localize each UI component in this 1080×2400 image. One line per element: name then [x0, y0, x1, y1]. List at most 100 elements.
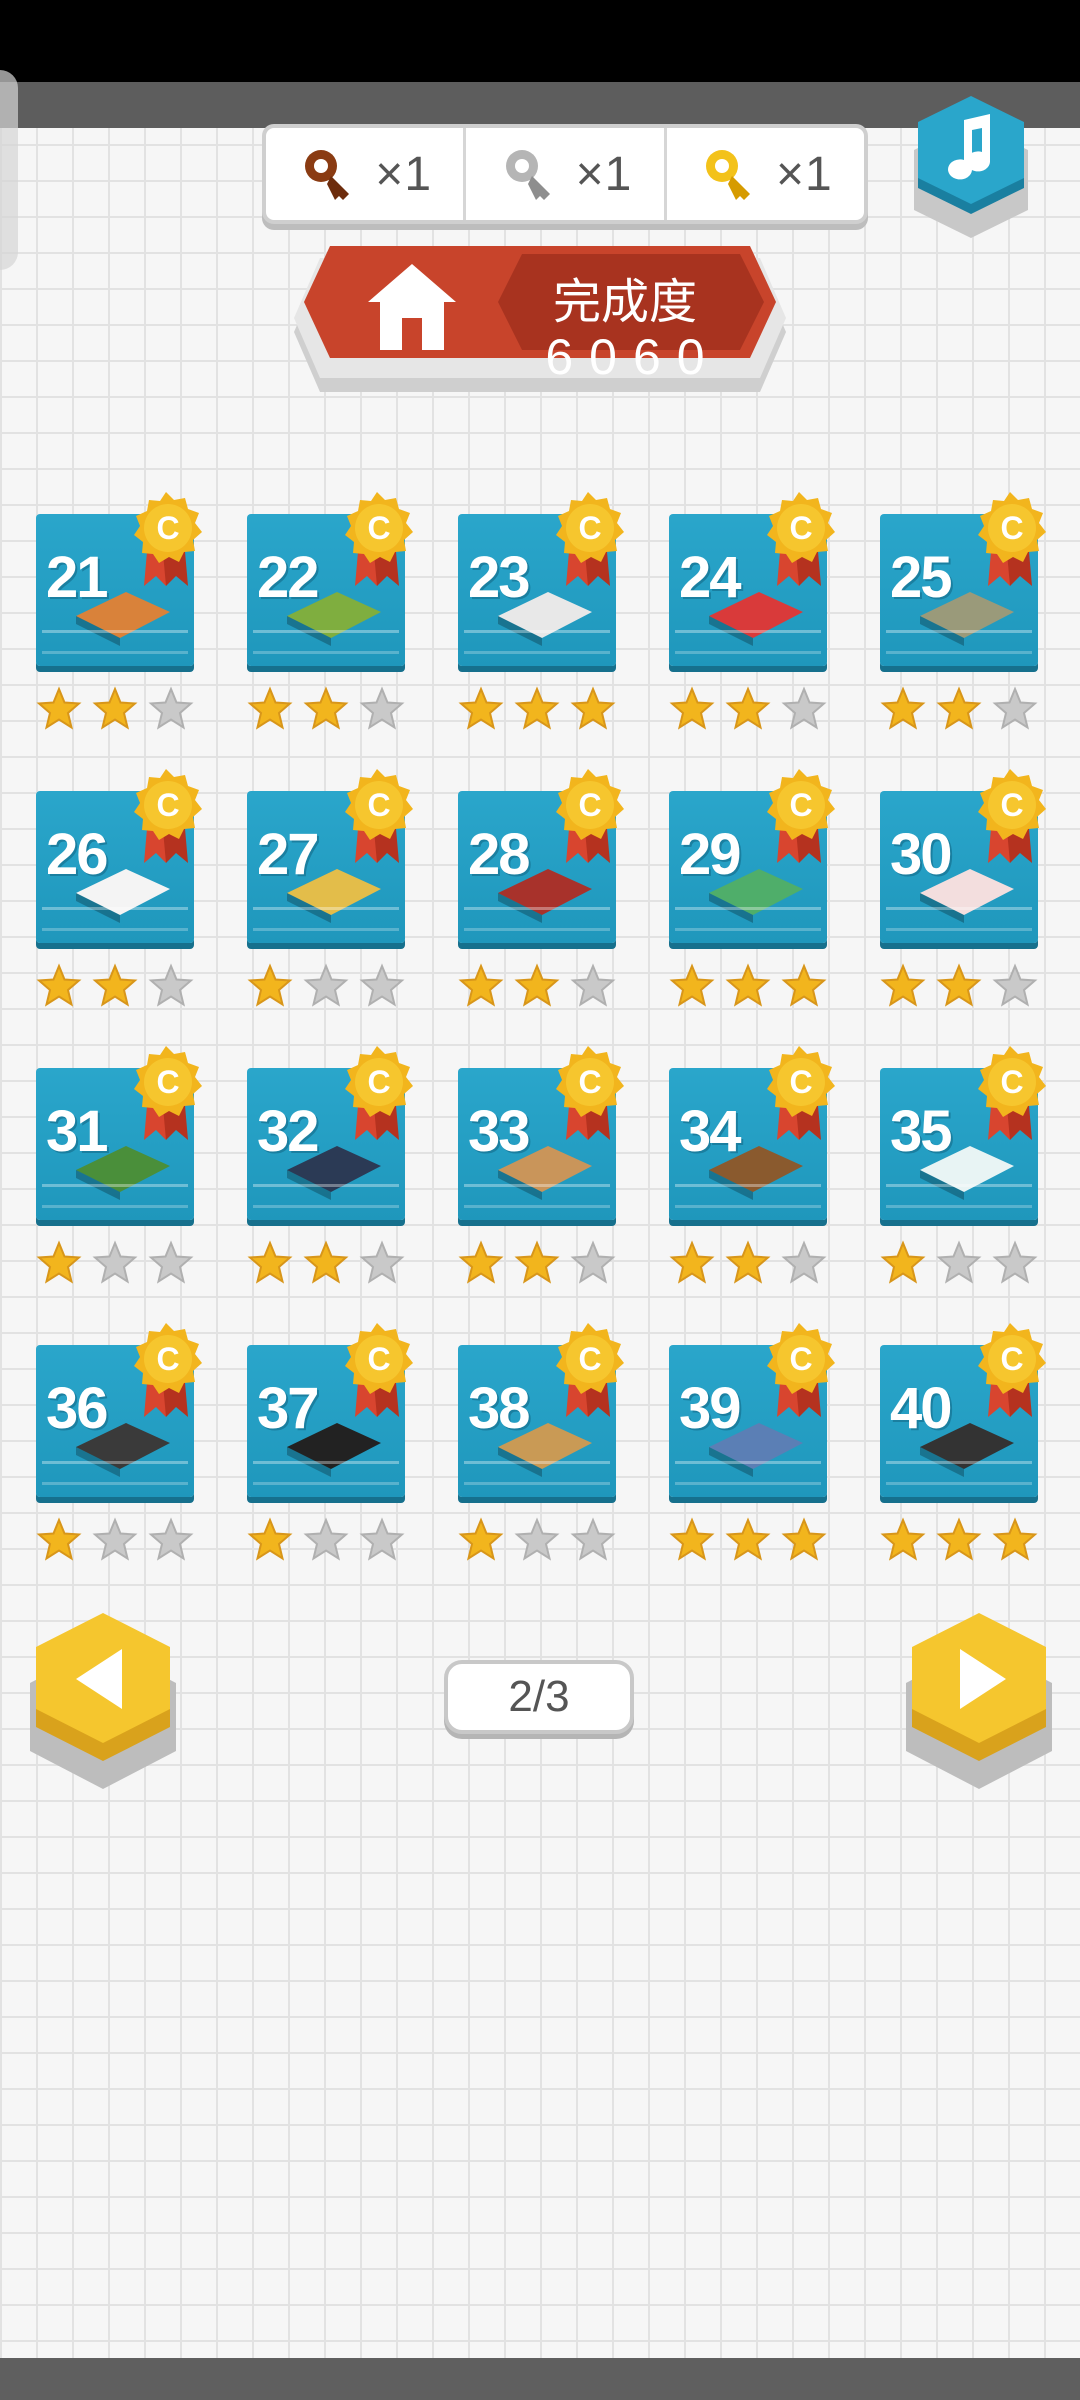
- medal-grade: C: [578, 1341, 601, 1377]
- bronze-key-counter: ×1: [266, 128, 463, 220]
- side-drawer-tab[interactable]: [0, 70, 18, 270]
- star-filled-icon: [669, 963, 715, 1007]
- star-empty-icon: [514, 1517, 560, 1561]
- level-star-rating: [247, 963, 413, 1009]
- star-filled-icon: [303, 1240, 349, 1284]
- star-filled-icon: [514, 963, 560, 1007]
- star-empty-icon: [570, 963, 616, 1007]
- level-button[interactable]: 32 C: [247, 1044, 413, 1284]
- star-empty-icon: [992, 686, 1038, 730]
- level-button[interactable]: 25 C: [880, 490, 1046, 730]
- star-empty-icon: [92, 1240, 138, 1284]
- star-filled-icon: [725, 963, 771, 1007]
- gold-medal-icon: C: [767, 492, 835, 586]
- gold-key-count: ×1: [775, 147, 833, 201]
- medal-grade: C: [156, 510, 179, 546]
- medal-grade: C: [789, 1064, 812, 1100]
- star-filled-icon: [669, 686, 715, 730]
- gold-medal-icon: C: [556, 492, 624, 586]
- gold-medal-icon: C: [556, 769, 624, 863]
- star-empty-icon: [148, 686, 194, 730]
- level-button[interactable]: 34 C: [669, 1044, 835, 1284]
- level-star-rating: [36, 963, 202, 1009]
- star-filled-icon: [303, 686, 349, 730]
- level-star-rating: [36, 1240, 202, 1286]
- star-filled-icon: [669, 1240, 715, 1284]
- medal-grade: C: [789, 510, 812, 546]
- page-indicator: 2/3: [444, 1660, 634, 1734]
- level-button[interactable]: 29 C: [669, 767, 835, 1007]
- level-button[interactable]: 24 C: [669, 490, 835, 730]
- gold-medal-icon: C: [345, 1046, 413, 1140]
- status-bar: [0, 0, 1080, 82]
- silver-key-icon: [505, 150, 550, 200]
- star-filled-icon: [936, 686, 982, 730]
- gold-key-counter: ×1: [663, 128, 864, 220]
- gold-medal-icon: C: [134, 492, 202, 586]
- star-filled-icon: [570, 686, 616, 730]
- star-filled-icon: [247, 1240, 293, 1284]
- star-empty-icon: [148, 1517, 194, 1561]
- medal-grade: C: [367, 510, 390, 546]
- gold-medal-icon: C: [345, 769, 413, 863]
- level-button[interactable]: 26 C: [36, 767, 202, 1007]
- level-number: 34: [679, 1099, 741, 1164]
- star-filled-icon: [936, 1517, 982, 1561]
- level-number: 38: [468, 1376, 530, 1441]
- star-empty-icon: [359, 1240, 405, 1284]
- gold-medal-icon: C: [767, 1046, 835, 1140]
- bronze-key-icon: [305, 150, 350, 200]
- level-button[interactable]: 33 C: [458, 1044, 624, 1284]
- bottom-nav-band: [0, 2358, 1080, 2400]
- previous-page-button[interactable]: [18, 1605, 188, 1795]
- level-number: 30: [890, 822, 952, 887]
- level-number: 29: [679, 822, 741, 887]
- star-empty-icon: [148, 963, 194, 1007]
- level-star-rating: [880, 1517, 1046, 1563]
- level-star-rating: [458, 686, 624, 732]
- level-button[interactable]: 27 C: [247, 767, 413, 1007]
- level-button[interactable]: 30 C: [880, 767, 1046, 1007]
- level-number: 39: [679, 1376, 741, 1441]
- star-empty-icon: [92, 1517, 138, 1561]
- star-filled-icon: [458, 686, 504, 730]
- level-number: 23: [468, 545, 530, 610]
- progress-value: 6060: [545, 329, 721, 385]
- level-star-rating: [36, 1517, 202, 1563]
- level-star-rating: [458, 1240, 624, 1286]
- level-button[interactable]: 31 C: [36, 1044, 202, 1284]
- level-button[interactable]: 37 C: [247, 1321, 413, 1561]
- star-empty-icon: [359, 686, 405, 730]
- level-star-rating: [880, 1240, 1046, 1286]
- star-filled-icon: [36, 1517, 82, 1561]
- level-button[interactable]: 28 C: [458, 767, 624, 1007]
- level-number: 25: [890, 545, 952, 610]
- star-filled-icon: [781, 963, 827, 1007]
- star-empty-icon: [781, 1240, 827, 1284]
- star-empty-icon: [303, 963, 349, 1007]
- star-filled-icon: [880, 963, 926, 1007]
- star-empty-icon: [781, 686, 827, 730]
- level-star-rating: [458, 963, 624, 1009]
- level-button[interactable]: 21 C: [36, 490, 202, 730]
- level-button[interactable]: 36 C: [36, 1321, 202, 1561]
- level-star-rating: [880, 686, 1046, 732]
- level-button[interactable]: 40 C: [880, 1321, 1046, 1561]
- gold-medal-icon: C: [134, 1046, 202, 1140]
- star-empty-icon: [359, 1517, 405, 1561]
- next-page-button[interactable]: [894, 1605, 1064, 1795]
- star-filled-icon: [725, 686, 771, 730]
- medal-grade: C: [789, 1341, 812, 1377]
- level-number: 24: [679, 545, 741, 610]
- level-button[interactable]: 39 C: [669, 1321, 835, 1561]
- level-button[interactable]: 35 C: [880, 1044, 1046, 1284]
- star-empty-icon: [570, 1517, 616, 1561]
- medal-grade: C: [156, 1064, 179, 1100]
- gold-medal-icon: C: [345, 492, 413, 586]
- star-filled-icon: [36, 686, 82, 730]
- music-toggle-button[interactable]: [906, 92, 1036, 242]
- star-filled-icon: [36, 1240, 82, 1284]
- level-button[interactable]: 22 C: [247, 490, 413, 730]
- level-button[interactable]: 23 C: [458, 490, 624, 730]
- level-button[interactable]: 38 C: [458, 1321, 624, 1561]
